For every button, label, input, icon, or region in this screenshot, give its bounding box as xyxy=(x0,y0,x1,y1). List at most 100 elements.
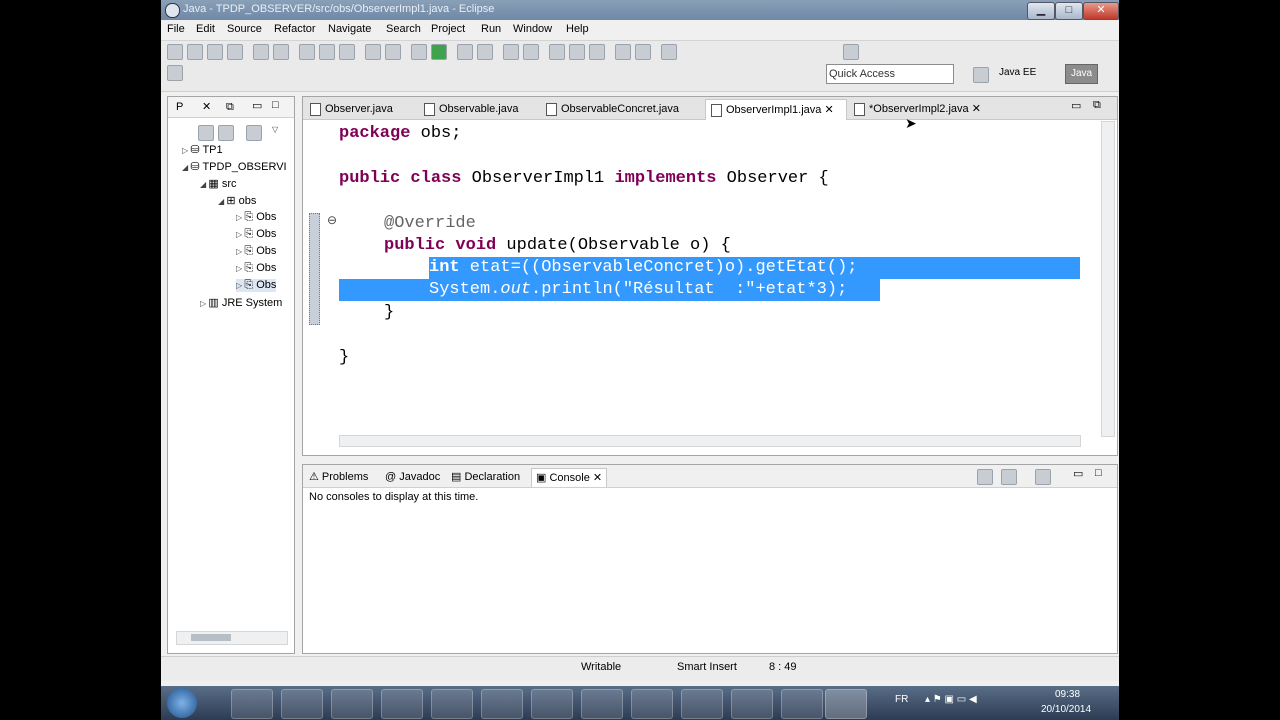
marker-icon[interactable] xyxy=(523,44,539,60)
notepad-icon[interactable] xyxy=(581,689,623,719)
title-bar[interactable]: Java - TPDP_OBSERVER/src/obs/ObserverImp… xyxy=(161,0,1119,20)
menu-edit[interactable]: Edit xyxy=(196,23,215,35)
menu-source[interactable]: Source xyxy=(227,23,262,35)
open-console-icon[interactable] xyxy=(977,469,993,485)
tree-item[interactable]: ◢ ⛁ TPDP_OBSERVI xyxy=(182,160,292,173)
internet-explorer-icon[interactable] xyxy=(281,689,323,719)
collapse-all-icon[interactable] xyxy=(198,125,214,141)
external-tools-icon[interactable] xyxy=(339,44,355,60)
explorer-icon[interactable] xyxy=(231,689,273,719)
excel-icon[interactable] xyxy=(531,689,573,719)
menu-help[interactable]: Help xyxy=(566,23,589,35)
new-project-icon[interactable] xyxy=(253,44,269,60)
maximize-view-icon[interactable]: □ xyxy=(1095,467,1102,479)
terminal-icon[interactable] xyxy=(365,44,381,60)
clock-time[interactable]: 09:38 xyxy=(1055,689,1080,700)
minimize-view-icon[interactable]: ▭ xyxy=(1073,467,1083,480)
chrome-icon[interactable] xyxy=(381,689,423,719)
tree-item[interactable]: ▷ ⛁ TP1 xyxy=(182,143,223,156)
server-icon[interactable] xyxy=(477,44,493,60)
tab-observable[interactable]: Observable.java xyxy=(419,99,555,119)
scrollbar-thumb[interactable] xyxy=(191,634,231,641)
tab-observer[interactable]: Observer.java xyxy=(305,99,433,119)
next-annotation-icon[interactable] xyxy=(549,44,565,60)
prev-annotation-icon[interactable] xyxy=(569,44,585,60)
tree-item[interactable]: ▷ ⎘ Obs xyxy=(236,279,277,292)
minimize-button[interactable]: ▁ xyxy=(1027,2,1055,20)
tree-item[interactable]: ◢ ▦ src xyxy=(200,177,237,190)
menu-window[interactable]: Window xyxy=(513,23,552,35)
tab-hierarchy[interactable]: ⧉ xyxy=(226,101,234,114)
language-indicator[interactable]: FR xyxy=(895,694,908,705)
close-icon[interactable]: ✕ xyxy=(202,100,211,113)
vertical-scrollbar[interactable] xyxy=(1101,121,1115,437)
tab-observer-impl1[interactable]: ObserverImpl1.java ✕ xyxy=(705,99,847,120)
save-icon[interactable] xyxy=(187,44,203,60)
menu-file[interactable]: File xyxy=(167,23,185,35)
quick-access-input[interactable]: Quick Access xyxy=(826,64,954,84)
maximize-view-icon[interactable]: ⧉ xyxy=(1093,99,1101,112)
tab-javadoc[interactable]: @ Javadoc xyxy=(385,468,440,486)
tree-item[interactable]: ▷ ⎘ Obs xyxy=(236,228,276,241)
clock-date[interactable]: 20/10/2014 xyxy=(1041,704,1091,715)
eclipse-taskbar-icon[interactable] xyxy=(825,689,867,719)
search-icon[interactable] xyxy=(385,44,401,60)
run-icon[interactable] xyxy=(431,44,447,60)
menu-project[interactable]: Project xyxy=(431,23,465,35)
maximize-view-icon[interactable]: □ xyxy=(272,99,279,111)
tab-observer-impl2[interactable]: *ObserverImpl2.java ✕ xyxy=(849,99,997,119)
close-icon[interactable]: ✕ xyxy=(593,472,602,484)
print-icon[interactable] xyxy=(227,44,243,60)
toolbar-misc-icon[interactable] xyxy=(843,44,859,60)
open-perspective-icon[interactable] xyxy=(973,67,989,83)
close-icon[interactable]: ✕ xyxy=(824,104,833,116)
tree-item[interactable]: ▷ ⎘ Obs xyxy=(236,245,276,258)
toolbar-row2-icon[interactable] xyxy=(167,65,183,81)
save-all-icon[interactable] xyxy=(207,44,223,60)
new-icon[interactable] xyxy=(167,44,183,60)
tree-item[interactable]: ▷ ⎘ Obs xyxy=(236,211,276,224)
link-editor-icon[interactable] xyxy=(218,125,234,141)
display-console-icon[interactable] xyxy=(1001,469,1017,485)
forward-icon[interactable] xyxy=(635,44,651,60)
menu-run[interactable]: Run xyxy=(481,23,501,35)
code-area[interactable]: package obs; public class ObserverImpl1 … xyxy=(303,119,1099,435)
back-icon[interactable] xyxy=(615,44,631,60)
debug-icon[interactable] xyxy=(411,44,427,60)
open-type-icon[interactable] xyxy=(299,44,315,60)
horizontal-scrollbar[interactable] xyxy=(176,631,288,645)
close-button[interactable]: ✕ xyxy=(1083,2,1119,20)
new-console-icon[interactable] xyxy=(1035,469,1051,485)
menu-refactor[interactable]: Refactor xyxy=(274,23,316,35)
last-edit-icon[interactable] xyxy=(589,44,605,60)
menu-search[interactable]: Search xyxy=(386,23,421,35)
tab-problems[interactable]: ⚠ Problems xyxy=(309,468,368,486)
start-button[interactable] xyxy=(167,688,197,718)
close-icon[interactable]: ✕ xyxy=(972,103,981,115)
open-resource-icon[interactable] xyxy=(503,44,519,60)
tab-package-explorer[interactable]: P xyxy=(176,101,183,113)
minimize-view-icon[interactable]: ▭ xyxy=(252,99,262,112)
tab-console[interactable]: ▣ Console ✕ xyxy=(531,468,608,487)
maximize-button[interactable]: □ xyxy=(1055,2,1083,20)
app-icon[interactable] xyxy=(431,689,473,719)
menu-navigate[interactable]: Navigate xyxy=(328,23,371,35)
tab-observable-concret[interactable]: ObservableConcret.java xyxy=(541,99,709,119)
cmd-icon[interactable] xyxy=(681,689,723,719)
tray-icons[interactable]: ▴ ⚑ ▣ ▭ ◀ xyxy=(925,694,977,705)
tree-item[interactable]: ▷ ▥ JRE System xyxy=(200,296,282,309)
word-icon[interactable] xyxy=(731,689,773,719)
view-menu-icon[interactable]: ▽ xyxy=(272,125,278,134)
pin-icon[interactable] xyxy=(661,44,677,60)
app-icon[interactable] xyxy=(781,689,823,719)
console-icon[interactable] xyxy=(319,44,335,60)
media-player-icon[interactable] xyxy=(331,689,373,719)
minimize-view-icon[interactable]: ▭ xyxy=(1071,99,1081,112)
filter-icon[interactable] xyxy=(246,125,262,141)
perspective-java[interactable]: Java xyxy=(1065,64,1099,84)
coverage-icon[interactable] xyxy=(457,44,473,60)
powerpoint-icon[interactable] xyxy=(631,689,673,719)
horizontal-scrollbar[interactable] xyxy=(339,435,1081,447)
pdf-icon[interactable] xyxy=(481,689,523,719)
perspective-java-ee[interactable]: Java EE xyxy=(999,64,1036,82)
